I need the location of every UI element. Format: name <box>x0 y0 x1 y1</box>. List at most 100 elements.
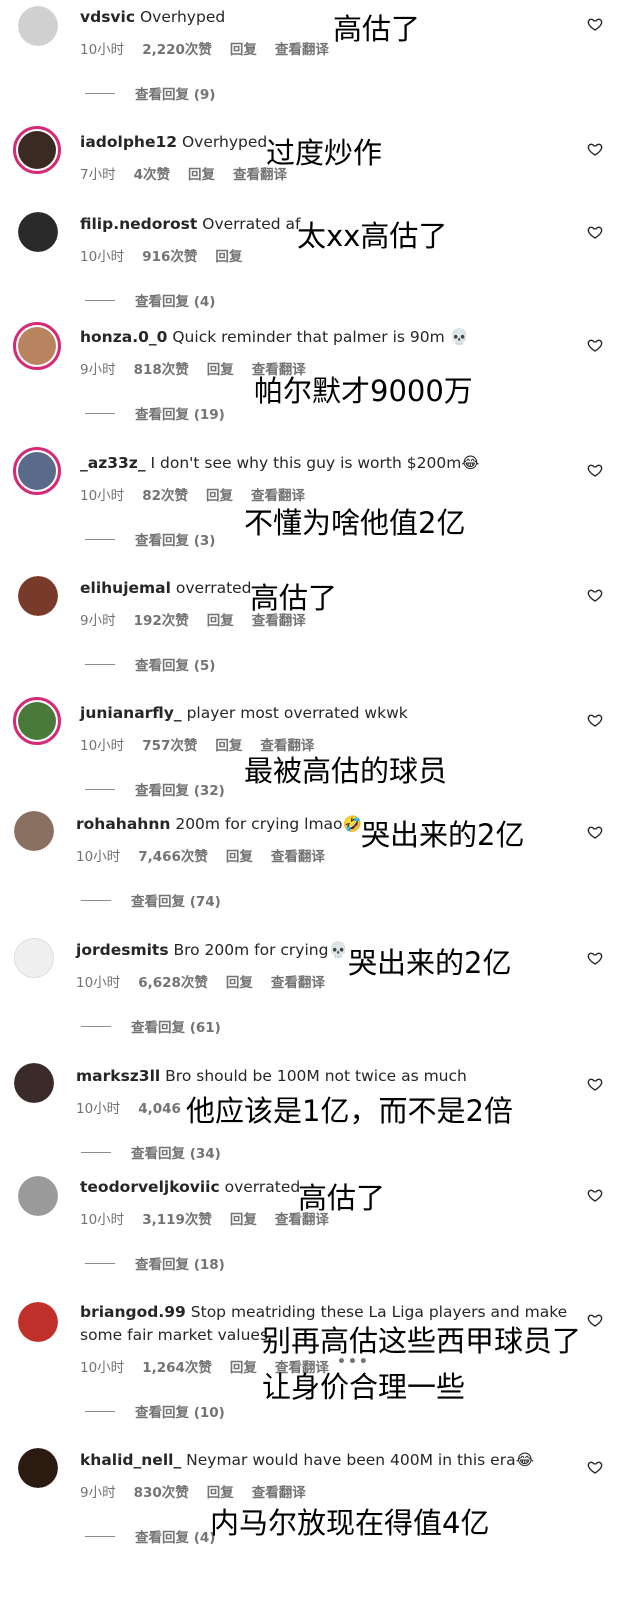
view-replies-button[interactable]: 查看回复 (19) <box>85 403 225 423</box>
view-replies-button[interactable]: 查看回复 (9) <box>85 83 215 103</box>
heart-icon[interactable] <box>587 141 603 157</box>
reply-button[interactable]: 回复 <box>226 849 253 865</box>
username[interactable]: honza.0_0 <box>80 328 167 346</box>
view-replies-label[interactable]: 查看回复 (5) <box>135 654 215 674</box>
reply-button[interactable]: 回复 <box>226 975 253 991</box>
avatar[interactable] <box>13 322 61 370</box>
translation-annotation-line2: 让身价合理一些 <box>262 1370 466 1404</box>
view-replies-label[interactable]: 查看回复 (32) <box>135 779 225 799</box>
like-count[interactable]: 4,046 <box>138 1101 181 1117</box>
view-replies-button[interactable]: 查看回复 (34) <box>81 1142 221 1162</box>
view-replies-label[interactable]: 查看回复 (18) <box>135 1253 225 1273</box>
like-count[interactable]: 6,628次赞 <box>138 975 208 991</box>
heart-icon[interactable] <box>587 1187 603 1203</box>
username[interactable]: teodorveljkoviic <box>80 1178 220 1196</box>
reply-button[interactable]: 回复 <box>230 1360 257 1376</box>
avatar[interactable] <box>14 1063 54 1103</box>
avatar[interactable] <box>18 576 58 616</box>
view-replies-label[interactable]: 查看回复 (4) <box>135 290 215 310</box>
like-count[interactable]: 2,220次赞 <box>142 42 212 58</box>
like-count[interactable]: 7,466次赞 <box>138 849 208 865</box>
view-replies-button[interactable]: 查看回复 (3) <box>85 529 215 549</box>
avatar[interactable] <box>13 126 61 174</box>
avatar[interactable] <box>18 1302 58 1342</box>
reply-button[interactable]: 回复 <box>230 42 257 58</box>
view-replies-button[interactable]: 查看回复 (32) <box>85 779 225 799</box>
username[interactable]: vdsvic <box>80 8 135 26</box>
avatar[interactable] <box>14 811 54 851</box>
heart-icon[interactable] <box>587 224 603 240</box>
heart-icon[interactable] <box>587 1312 603 1328</box>
view-replies-button[interactable]: 查看回复 (4) <box>85 290 215 310</box>
like-count[interactable]: 757次赞 <box>142 738 197 754</box>
reply-button[interactable]: 回复 <box>188 167 215 183</box>
heart-icon[interactable] <box>587 16 603 32</box>
reply-button[interactable]: 回复 <box>206 488 233 504</box>
avatar[interactable] <box>13 697 61 745</box>
heart-icon[interactable] <box>587 587 603 603</box>
translate-button[interactable]: 查看翻译 <box>275 42 329 58</box>
username[interactable]: elihujemal <box>80 579 171 597</box>
avatar[interactable] <box>13 447 61 495</box>
heart-icon[interactable] <box>587 950 603 966</box>
like-count[interactable]: 1,264次赞 <box>142 1360 212 1376</box>
username[interactable]: jordesmits <box>76 941 169 959</box>
comment-line: filip.nedorost Overrated af <box>80 215 300 233</box>
like-count[interactable]: 830次赞 <box>134 1485 189 1501</box>
username[interactable]: junianarfly_ <box>80 704 182 722</box>
username[interactable]: iadolphe12 <box>80 133 177 151</box>
view-replies-button[interactable]: 查看回复 (10) <box>85 1401 225 1421</box>
username[interactable]: khalid_nell_ <box>80 1451 181 1469</box>
avatar-image <box>14 1063 54 1103</box>
avatar[interactable] <box>18 1176 58 1216</box>
translate-button[interactable]: 查看翻译 <box>252 1485 306 1501</box>
heart-icon[interactable] <box>587 712 603 728</box>
view-replies-button[interactable]: 查看回复 (4) <box>85 1526 215 1546</box>
avatar[interactable] <box>14 938 54 978</box>
view-replies-label[interactable]: 查看回复 (4) <box>135 1526 215 1546</box>
like-count[interactable]: 3,119次赞 <box>142 1212 212 1228</box>
like-count[interactable]: 192次赞 <box>134 613 189 629</box>
username[interactable]: filip.nedorost <box>80 215 197 233</box>
view-replies-button[interactable]: 查看回复 (18) <box>85 1253 225 1273</box>
username[interactable]: _az33z_ <box>80 454 146 472</box>
reply-button[interactable]: 回复 <box>207 613 234 629</box>
reply-button[interactable]: 回复 <box>215 738 242 754</box>
view-replies-label[interactable]: 查看回复 (34) <box>131 1142 221 1162</box>
heart-icon[interactable] <box>587 462 603 478</box>
avatar[interactable] <box>18 1448 58 1488</box>
view-replies-label[interactable]: 查看回复 (3) <box>135 529 215 549</box>
view-replies-label[interactable]: 查看回复 (10) <box>135 1401 225 1421</box>
view-replies-button[interactable]: 查看回复 (74) <box>81 890 221 910</box>
reply-button[interactable]: 回复 <box>230 1212 257 1228</box>
avatar-image <box>18 1302 58 1342</box>
username[interactable]: rohahahnn <box>76 815 170 833</box>
avatar-image <box>18 452 56 490</box>
view-replies-button[interactable]: 查看回复 (5) <box>85 654 215 674</box>
username[interactable]: briangod.99 <box>80 1303 186 1321</box>
reply-button[interactable]: 回复 <box>207 1485 234 1501</box>
like-count[interactable]: 916次赞 <box>142 249 197 265</box>
username[interactable]: marksz3ll <box>76 1067 160 1085</box>
heart-icon[interactable] <box>587 337 603 353</box>
heart-icon[interactable] <box>587 824 603 840</box>
view-replies-button[interactable]: 查看回复 (61) <box>81 1016 221 1036</box>
like-count[interactable]: 82次赞 <box>142 488 188 504</box>
translate-button[interactable]: 查看翻译 <box>271 849 325 865</box>
view-replies-label[interactable]: 查看回复 (74) <box>131 890 221 910</box>
view-replies-label[interactable]: 查看回复 (9) <box>135 83 215 103</box>
like-count[interactable]: 4次赞 <box>134 167 170 183</box>
comment-meta: 9小时 830次赞 回复 查看翻译 <box>80 1481 324 1501</box>
heart-icon[interactable] <box>587 1459 603 1475</box>
heart-icon[interactable] <box>587 1076 603 1092</box>
view-replies-label[interactable]: 查看回复 (19) <box>135 403 225 423</box>
avatar[interactable] <box>18 6 58 46</box>
avatar[interactable] <box>18 212 58 252</box>
reply-button[interactable]: 回复 <box>215 249 242 265</box>
timestamp: 7小时 <box>80 167 116 183</box>
timestamp: 10小时 <box>80 249 125 265</box>
reply-button[interactable]: 回复 <box>207 362 234 378</box>
translate-button[interactable]: 查看翻译 <box>271 975 325 991</box>
view-replies-label[interactable]: 查看回复 (61) <box>131 1016 221 1036</box>
like-count[interactable]: 818次赞 <box>134 362 189 378</box>
